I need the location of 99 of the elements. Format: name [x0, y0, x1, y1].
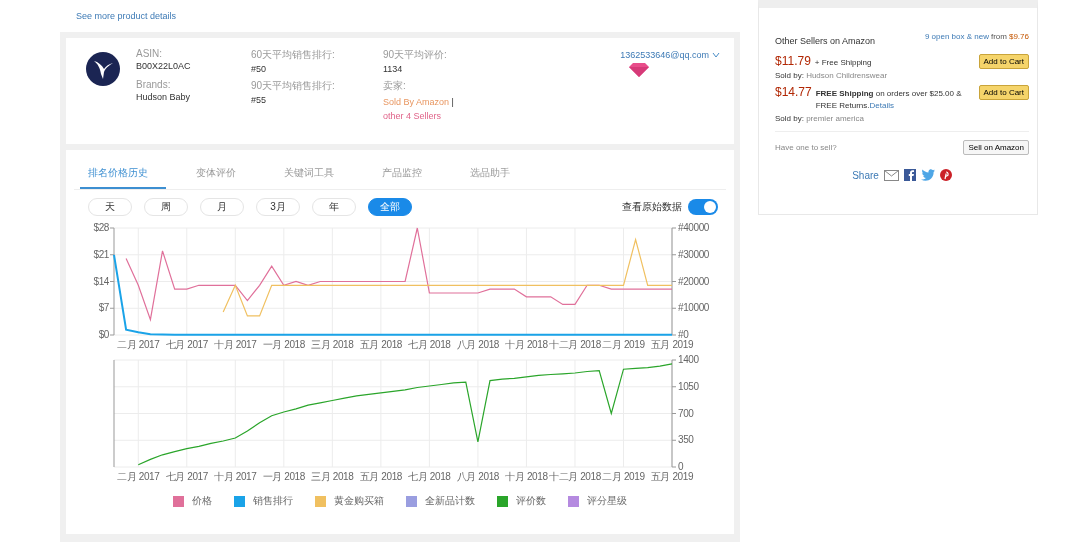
axis-label: #0 [678, 329, 689, 340]
axis-label: 八月 2018 [456, 339, 500, 350]
field-label: 卖家: [383, 79, 407, 93]
legend-swatch[interactable] [234, 495, 245, 507]
axis-label: 五月 2018 [359, 339, 402, 350]
field-value: #55 [251, 95, 268, 105]
field-label: Brands: [136, 79, 172, 90]
axis-label: 700 [678, 407, 694, 419]
range-button[interactable]: 年 [312, 198, 356, 216]
axis-label: 十月 2018 [505, 339, 548, 350]
sell-on-amazon-button[interactable]: Sell on Amazon [963, 140, 1029, 155]
field-value: #50 [251, 64, 268, 74]
seller-name[interactable]: premier america [806, 114, 864, 123]
axis-label: 二月 2019 [602, 471, 645, 482]
axis-label: 五月 2019 [650, 339, 694, 350]
axis-label: 二月 2017 [117, 339, 160, 350]
axis-label: $28 [93, 222, 109, 233]
legend-label[interactable]: 销售排行 [253, 494, 293, 508]
brand-link[interactable]: Hudson Baby [136, 92, 251, 102]
share-label: Share [852, 169, 879, 181]
seller-name[interactable]: Hudson Childrenswear [806, 71, 888, 80]
legend-swatch[interactable] [568, 495, 579, 507]
axis-label: 二月 2017 [117, 471, 160, 482]
legend-label[interactable]: 评价数 [516, 494, 546, 508]
axis-label: 十二月 2018 [549, 339, 601, 350]
shipping-text: + Free Shipping [814, 57, 872, 69]
field-label: ASIN: [136, 48, 164, 59]
axis-label: 0 [678, 461, 684, 472]
add-to-cart-button[interactable]: Add to Cart [978, 85, 1029, 100]
axis-label: $14 [93, 275, 109, 287]
axis-label: 1050 [678, 380, 699, 392]
axis-label: 三月 2018 [311, 339, 354, 350]
legend-label[interactable]: 价格 [192, 494, 212, 508]
axis-label: 五月 2018 [359, 471, 402, 482]
range-button[interactable]: 月 [200, 198, 244, 216]
sold-by-label: Sold by: [775, 114, 804, 123]
toggle-switch[interactable] [688, 199, 718, 215]
pinterest-icon[interactable] [939, 169, 952, 181]
axis-label: 十月 2017 [214, 471, 257, 482]
axis-label: 二月 2019 [602, 339, 645, 350]
axis-label: #10000 [678, 302, 709, 314]
details-link[interactable]: Details [869, 101, 894, 110]
legend-label[interactable]: 评分星级 [587, 494, 627, 508]
axis-label: 一月 2018 [262, 471, 305, 482]
axis-label: #40000 [678, 222, 709, 233]
diamond-icon [628, 62, 650, 78]
axis-label: $0 [98, 329, 109, 340]
axis-label: 七月 2017 [165, 339, 208, 350]
mail-icon[interactable] [883, 169, 899, 181]
axis-label: $21 [93, 248, 109, 260]
axis-label: 十月 2017 [214, 339, 257, 350]
field-label: 90天平均销售排行: [251, 79, 336, 93]
product-details-link[interactable]: See more product details [76, 11, 177, 21]
add-to-cart-button[interactable]: Add to Cart [978, 54, 1029, 69]
shipping-text: FREE Shipping on orders over $25.00 & FREE Returns.Details [815, 88, 963, 112]
axis-label: 十月 2018 [505, 471, 548, 482]
offer-price: $14.77 [775, 85, 812, 99]
bird-logo-icon [86, 52, 120, 86]
field-label: 90天平均评价: [383, 48, 448, 62]
axis-label: 一月 2018 [262, 339, 305, 350]
tab[interactable]: 排名价格历史 [80, 156, 166, 189]
section-title: Other Sellers on Amazon [775, 36, 876, 46]
sell-prompt: Have one to sell? [775, 143, 837, 152]
axis-label: 八月 2018 [456, 471, 500, 482]
offers-link[interactable]: 9 open box & new [924, 32, 989, 41]
toggle-label: 查看原始数据 [622, 200, 682, 214]
offer-price: $11.79 [775, 54, 811, 68]
chevron-down-icon[interactable] [712, 52, 720, 58]
from-price: $9.76 [1008, 32, 1029, 41]
range-button[interactable]: 天 [88, 198, 132, 216]
other-sellers-link[interactable]: other 4 Sellers [383, 109, 442, 123]
range-button[interactable]: 周 [144, 198, 188, 216]
account-email[interactable]: 1362533646@qq.com [620, 50, 709, 60]
axis-label: 五月 2019 [650, 471, 694, 482]
legend-label[interactable]: 全新品计数 [425, 494, 475, 508]
axis-label: 十二月 2018 [549, 471, 601, 482]
range-button[interactable]: 3月 [256, 198, 300, 216]
range-button[interactable]: 全部 [368, 198, 412, 216]
legend-swatch[interactable] [406, 495, 417, 507]
field-value: B00X22L0AC [136, 61, 192, 71]
axis-label: 七月 2018 [408, 339, 451, 350]
from-label: from [990, 32, 1007, 41]
facebook-icon[interactable] [903, 169, 916, 181]
axis-label: #20000 [678, 275, 709, 287]
legend-swatch[interactable] [173, 495, 184, 507]
field-value: 1134 [383, 64, 404, 74]
sold-by-label: Sold by: [775, 71, 804, 80]
legend-swatch[interactable] [497, 495, 508, 507]
axis-label: $7 [98, 302, 109, 314]
axis-label: 七月 2018 [408, 471, 451, 482]
axis-label: 七月 2017 [165, 471, 208, 482]
legend-label[interactable]: 黄金购买箱 [334, 494, 384, 508]
axis-label: #30000 [678, 248, 709, 260]
axis-label: 三月 2018 [311, 471, 354, 482]
axis-label: 1400 [678, 354, 699, 365]
field-label: 60天平均销售排行: [251, 48, 336, 62]
separator: | [451, 97, 454, 107]
axis-label: 350 [678, 434, 694, 446]
legend-swatch[interactable] [315, 495, 326, 507]
